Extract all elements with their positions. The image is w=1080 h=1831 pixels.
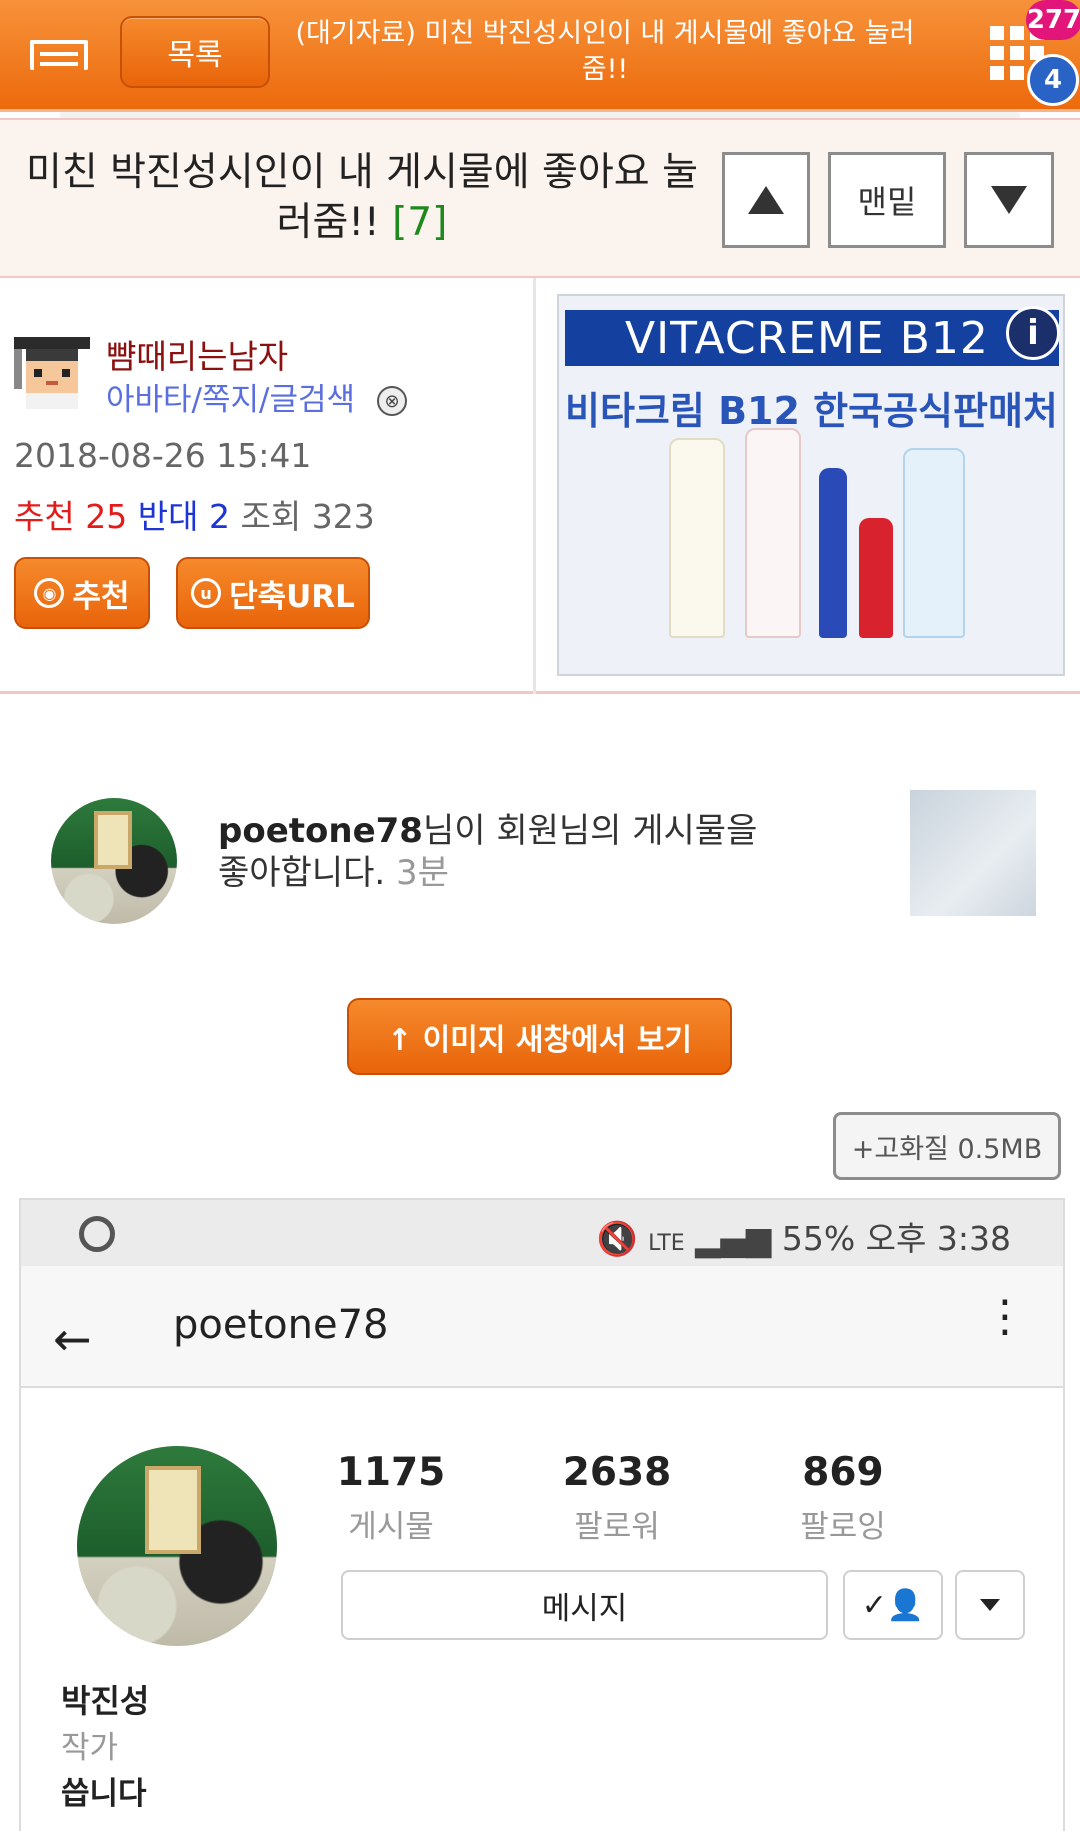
profile-header: ← poetone78 ⋮ [21,1266,1063,1388]
product-tube-icon [859,518,893,638]
notification-text: poetone78님이 회원님의 게시물을 좋아합니다. 3분 [218,810,778,894]
product-tube-icon [903,448,965,638]
ad-banner[interactable]: VITACREME B12 i 비타크림 B12 한국공식판매처 [557,294,1065,676]
product-bottle-icon [745,428,801,638]
ad-brand: VITACREME B12 [565,310,1059,366]
high-quality-button[interactable]: +고화질 0.5MB [833,1112,1061,1180]
author-avatar[interactable] [14,336,90,410]
status-time: 55% 오후 3:38 [781,1219,1011,1258]
stat-count: 869 [802,1450,884,1495]
profile-avatar[interactable] [77,1446,277,1646]
message-button[interactable]: 메시지 [341,1570,828,1640]
more-options-icon[interactable]: ⋮ [983,1295,1027,1339]
post-title: 미친 박진성시인이 내 게시물에 좋아요 눌러줌!! [7] [12,148,712,248]
profile-name: 박진성 [61,1682,150,1720]
status-indicators: 🔇 LTE ▂▄▆ 55% 오후 3:38 [597,1212,1011,1260]
top-bar: 목록 (대기자료) 미친 박진성시인이 내 게시물에 좋아요 눌러줌!! 277… [0,0,1080,112]
post-date: 2018-08-26 15:41 [14,436,312,475]
signal-icon: ▂▄▆ [695,1219,772,1258]
author-links[interactable]: 아바타/쪽지/글검색 [106,374,355,419]
stat-label: 게시물 [348,1509,434,1545]
top-title: (대기자료) 미친 박진성시인이 내 게시물에 좋아요 눌러줌!! [295,18,915,85]
triangle-down-icon [991,186,1027,214]
embedded-screenshot: 🔇 LTE ▂▄▆ 55% 오후 3:38 ← poetone78 ⋮ 1175… [19,1198,1065,1831]
mute-icon: 🔇 [596,1219,638,1258]
comment-count[interactable]: [7] [392,200,447,245]
stat-posts[interactable]: 1175 게시물 [291,1450,491,1546]
product-bottle-icon [669,438,725,638]
post-title-text: 미친 박진성시인이 내 게시물에 좋아요 눌러줌!! [26,150,698,245]
recommend-button-label: 추천 [72,578,130,615]
list-button[interactable]: 목록 [120,16,270,88]
short-url-button[interactable]: u 단축URL [176,557,370,629]
oppose-count: 2 [208,497,230,536]
views-count: 323 [311,497,375,536]
notification-badge[interactable]: 277 [1026,0,1080,40]
scroll-down-button[interactable] [964,152,1054,248]
stat-label: 팔로워 [574,1509,660,1545]
stat-count: 2638 [562,1450,672,1495]
views-label: 조회 [240,497,302,536]
scroll-up-button[interactable] [722,152,810,248]
carrier-icon [79,1216,115,1252]
recommend-count: 25 [85,497,128,536]
profile-username: poetone78 [173,1302,389,1348]
scroll-bottom-button[interactable]: 맨밑 [828,152,946,248]
notification-username[interactable]: poetone78 [218,811,423,851]
stat-following[interactable]: 869 팔로잉 [743,1450,943,1546]
target-icon: ◉ [34,578,65,608]
following-button[interactable]: ✓👤 [843,1570,943,1640]
stat-label: 팔로잉 [800,1509,886,1545]
recommend-label: 추천 [14,497,75,536]
post-stats: 추천 25 반대 2 조회 323 [14,490,375,538]
status-bar: 🔇 LTE ▂▄▆ 55% 오후 3:38 [21,1200,1063,1266]
menu-icon[interactable] [30,40,88,70]
post-thumbnail[interactable] [910,790,1036,916]
stat-followers[interactable]: 2638 팔로워 [517,1450,717,1546]
profile-category: 작가 [61,1730,119,1766]
back-arrow-icon[interactable]: ← [53,1312,92,1366]
network-label: LTE [648,1231,685,1256]
recommend-button[interactable]: ◉ 추천 [14,557,150,629]
message-badge[interactable]: 4 [1027,54,1079,106]
divider [533,278,536,694]
triangle-up-icon [748,186,784,214]
notification-avatar[interactable] [51,798,177,924]
block-icon[interactable]: ⊗ [377,386,407,416]
chevron-down-icon [980,1599,1000,1611]
view-image-new-window-button[interactable]: ↑ 이미지 새창에서 보기 [347,998,732,1075]
link-icon: u [191,578,222,608]
profile-bio: 씁니다 [61,1776,147,1812]
author-nickname[interactable]: 뺨때리는남자 [106,330,288,378]
oppose-label: 반대 [137,497,199,536]
short-url-label: 단축URL [229,578,355,615]
following-check-icon: ✓👤 [861,1587,925,1623]
suggestions-dropdown[interactable] [955,1570,1025,1640]
ad-subtitle: 비타크림 B12 한국공식판매처 [565,389,1058,433]
product-tube-icon [819,468,847,638]
stat-count: 1175 [336,1450,446,1495]
info-icon[interactable]: i [1006,306,1060,360]
post-title-bar: 미친 박진성시인이 내 게시물에 좋아요 눌러줌!! [7] 맨밑 [0,118,1080,278]
notification-time: 3분 [396,853,449,893]
